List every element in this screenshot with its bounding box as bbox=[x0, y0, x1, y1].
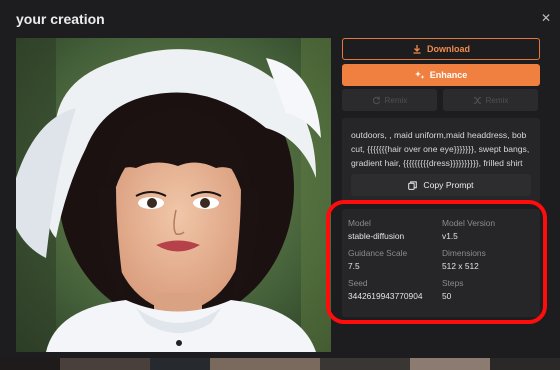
close-icon[interactable]: ✕ bbox=[538, 10, 554, 26]
enhance-label: Enhance bbox=[429, 70, 468, 80]
backdrop-strip bbox=[490, 358, 560, 370]
remix-button[interactable]: Remix bbox=[342, 89, 437, 111]
remix-variant-label: Remix bbox=[485, 95, 509, 105]
generated-image bbox=[16, 38, 331, 352]
backdrop-strip bbox=[150, 358, 210, 370]
copy-prompt-label: Copy Prompt bbox=[423, 180, 474, 190]
creation-modal: your creation ✕ Download Enhance Remix R… bbox=[0, 0, 560, 358]
remix-label: Remix bbox=[384, 95, 408, 105]
modal-title: your creation bbox=[16, 11, 105, 27]
download-button[interactable]: Download bbox=[342, 38, 540, 60]
backdrop-strip bbox=[210, 358, 320, 370]
shuffle-icon bbox=[473, 96, 482, 105]
enhance-button[interactable]: Enhance bbox=[342, 64, 540, 86]
backdrop-strip bbox=[320, 358, 410, 370]
prompt-box: outdoors, , maid uniform,maid headdress,… bbox=[342, 118, 540, 203]
backdrop-strip bbox=[410, 358, 490, 370]
download-label: Download bbox=[427, 44, 470, 54]
prompt-text: outdoors, , maid uniform,maid headdress,… bbox=[351, 130, 530, 168]
copy-prompt-button[interactable]: Copy Prompt bbox=[351, 174, 531, 196]
refresh-icon bbox=[372, 96, 381, 105]
highlight-annotation bbox=[326, 200, 547, 324]
sparkle-icon bbox=[414, 70, 425, 80]
remix-variant-button[interactable]: Remix bbox=[443, 89, 538, 111]
download-icon bbox=[412, 44, 422, 54]
copy-icon bbox=[408, 180, 418, 190]
backdrop-strip bbox=[0, 358, 60, 370]
backdrop-strip bbox=[60, 358, 150, 370]
